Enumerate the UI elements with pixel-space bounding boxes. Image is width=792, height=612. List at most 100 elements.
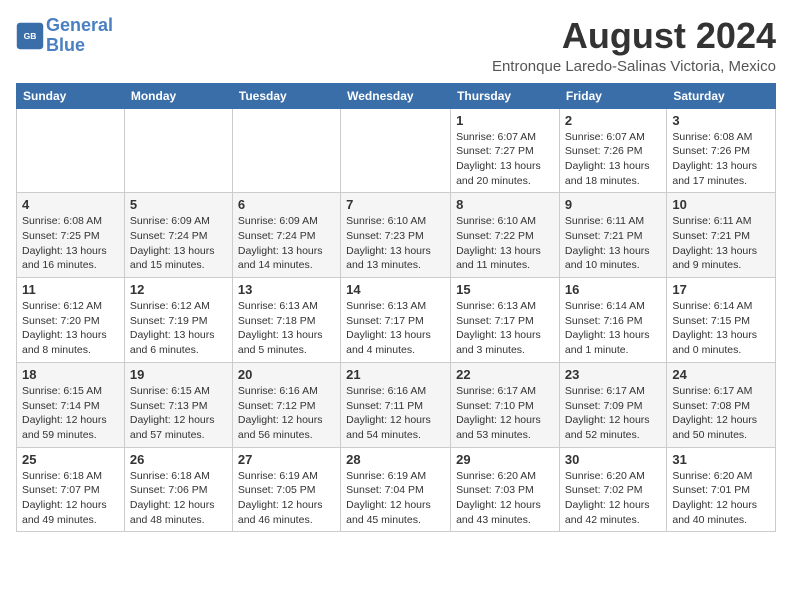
day-info: Sunrise: 6:18 AM Sunset: 7:06 PM Dayligh… bbox=[130, 469, 227, 528]
calendar-cell bbox=[124, 108, 232, 193]
calendar-cell: 12 Sunrise: 6:12 AM Sunset: 7:19 PM Dayli… bbox=[124, 278, 232, 363]
calendar-cell: 26 Sunrise: 6:18 AM Sunset: 7:06 PM Dayli… bbox=[124, 447, 232, 532]
day-info: Sunrise: 6:12 AM Sunset: 7:19 PM Dayligh… bbox=[130, 299, 227, 358]
day-info: Sunrise: 6:16 AM Sunset: 7:12 PM Dayligh… bbox=[238, 384, 335, 443]
day-info: Sunrise: 6:09 AM Sunset: 7:24 PM Dayligh… bbox=[130, 214, 227, 273]
day-info: Sunrise: 6:14 AM Sunset: 7:16 PM Dayligh… bbox=[565, 299, 661, 358]
weekday-header-thursday: Thursday bbox=[451, 83, 560, 108]
calendar-cell: 24 Sunrise: 6:17 AM Sunset: 7:08 PM Dayli… bbox=[667, 362, 776, 447]
calendar-cell: 30 Sunrise: 6:20 AM Sunset: 7:02 PM Dayli… bbox=[559, 447, 666, 532]
day-info: Sunrise: 6:10 AM Sunset: 7:23 PM Dayligh… bbox=[346, 214, 445, 273]
calendar-cell: 25 Sunrise: 6:18 AM Sunset: 7:07 PM Dayli… bbox=[17, 447, 125, 532]
calendar-cell: 15Sunrise: 6:13 AM Sunset: 7:17 PM Dayli… bbox=[451, 278, 560, 363]
day-number: 11 bbox=[22, 282, 119, 297]
calendar-cell: 17Sunrise: 6:14 AM Sunset: 7:15 PM Dayli… bbox=[667, 278, 776, 363]
day-info: Sunrise: 6:07 AM Sunset: 7:27 PM Dayligh… bbox=[456, 130, 554, 189]
day-number: 7 bbox=[346, 197, 445, 212]
day-info: Sunrise: 6:18 AM Sunset: 7:07 PM Dayligh… bbox=[22, 469, 119, 528]
calendar-cell: 20Sunrise: 6:16 AM Sunset: 7:12 PM Dayli… bbox=[232, 362, 340, 447]
day-info: Sunrise: 6:08 AM Sunset: 7:26 PM Dayligh… bbox=[672, 130, 770, 189]
day-number: 30 bbox=[565, 452, 661, 467]
day-info: Sunrise: 6:09 AM Sunset: 7:24 PM Dayligh… bbox=[238, 214, 335, 273]
day-number: 24 bbox=[672, 367, 770, 382]
weekday-header-friday: Friday bbox=[559, 83, 666, 108]
calendar-cell bbox=[17, 108, 125, 193]
day-number: 13 bbox=[238, 282, 335, 297]
day-info: Sunrise: 6:13 AM Sunset: 7:17 PM Dayligh… bbox=[346, 299, 445, 358]
day-number: 14 bbox=[346, 282, 445, 297]
calendar-cell: 18 Sunrise: 6:15 AM Sunset: 7:14 PM Dayli… bbox=[17, 362, 125, 447]
day-number: 26 bbox=[130, 452, 227, 467]
day-number: 16 bbox=[565, 282, 661, 297]
day-number: 18 bbox=[22, 367, 119, 382]
calendar-cell: 5 Sunrise: 6:09 AM Sunset: 7:24 PM Daylig… bbox=[124, 193, 232, 278]
calendar-cell: 29 Sunrise: 6:20 AM Sunset: 7:03 PM Dayli… bbox=[451, 447, 560, 532]
day-info: Sunrise: 6:11 AM Sunset: 7:21 PM Dayligh… bbox=[565, 214, 661, 273]
day-info: Sunrise: 6:17 AM Sunset: 7:08 PM Dayligh… bbox=[672, 384, 770, 443]
calendar-cell: 16 Sunrise: 6:14 AM Sunset: 7:16 PM Dayli… bbox=[559, 278, 666, 363]
day-info: Sunrise: 6:07 AM Sunset: 7:26 PM Dayligh… bbox=[565, 130, 661, 189]
day-number: 27 bbox=[238, 452, 335, 467]
calendar-cell: 6 Sunrise: 6:09 AM Sunset: 7:24 PM Daylig… bbox=[232, 193, 340, 278]
day-info: Sunrise: 6:19 AM Sunset: 7:05 PM Dayligh… bbox=[238, 469, 335, 528]
calendar-cell: 11Sunrise: 6:12 AM Sunset: 7:20 PM Dayli… bbox=[17, 278, 125, 363]
day-number: 9 bbox=[565, 197, 661, 212]
calendar-cell: 8 Sunrise: 6:10 AM Sunset: 7:22 PM Daylig… bbox=[451, 193, 560, 278]
weekday-header-monday: Monday bbox=[124, 83, 232, 108]
page-header: GB General Blue August 2024 Entronque La… bbox=[16, 16, 776, 75]
calendar-cell: 22 Sunrise: 6:17 AM Sunset: 7:10 PM Dayli… bbox=[451, 362, 560, 447]
day-info: Sunrise: 6:15 AM Sunset: 7:13 PM Dayligh… bbox=[130, 384, 227, 443]
day-number: 4 bbox=[22, 197, 119, 212]
calendar-table: SundayMondayTuesdayWednesdayThursdayFrid… bbox=[16, 83, 776, 533]
calendar-cell: 7 Sunrise: 6:10 AM Sunset: 7:23 PM Daylig… bbox=[341, 193, 451, 278]
day-number: 3 bbox=[672, 113, 770, 128]
day-info: Sunrise: 6:10 AM Sunset: 7:22 PM Dayligh… bbox=[456, 214, 554, 273]
svg-text:GB: GB bbox=[24, 31, 37, 41]
day-number: 25 bbox=[22, 452, 119, 467]
day-info: Sunrise: 6:08 AM Sunset: 7:25 PM Dayligh… bbox=[22, 214, 119, 273]
calendar-cell: 1Sunrise: 6:07 AM Sunset: 7:27 PM Daylig… bbox=[451, 108, 560, 193]
calendar-cell: 9 Sunrise: 6:11 AM Sunset: 7:21 PM Daylig… bbox=[559, 193, 666, 278]
logo: GB General Blue bbox=[16, 16, 113, 56]
calendar-cell: 14 Sunrise: 6:13 AM Sunset: 7:17 PM Dayli… bbox=[341, 278, 451, 363]
day-info: Sunrise: 6:16 AM Sunset: 7:11 PM Dayligh… bbox=[346, 384, 445, 443]
day-info: Sunrise: 6:15 AM Sunset: 7:14 PM Dayligh… bbox=[22, 384, 119, 443]
calendar-cell: 21 Sunrise: 6:16 AM Sunset: 7:11 PM Dayli… bbox=[341, 362, 451, 447]
day-number: 15 bbox=[456, 282, 554, 297]
calendar-cell: 3 Sunrise: 6:08 AM Sunset: 7:26 PM Daylig… bbox=[667, 108, 776, 193]
month-year: August 2024 bbox=[492, 16, 776, 56]
day-number: 21 bbox=[346, 367, 445, 382]
day-number: 8 bbox=[456, 197, 554, 212]
title-block: August 2024 Entronque Laredo-Salinas Vic… bbox=[492, 16, 776, 75]
day-number: 22 bbox=[456, 367, 554, 382]
day-number: 10 bbox=[672, 197, 770, 212]
day-number: 2 bbox=[565, 113, 661, 128]
day-info: Sunrise: 6:19 AM Sunset: 7:04 PM Dayligh… bbox=[346, 469, 445, 528]
day-number: 19 bbox=[130, 367, 227, 382]
calendar-cell: 2 Sunrise: 6:07 AM Sunset: 7:26 PM Daylig… bbox=[559, 108, 666, 193]
weekday-header-tuesday: Tuesday bbox=[232, 83, 340, 108]
day-number: 29 bbox=[456, 452, 554, 467]
day-info: Sunrise: 6:17 AM Sunset: 7:10 PM Dayligh… bbox=[456, 384, 554, 443]
calendar-cell: 10Sunrise: 6:11 AM Sunset: 7:21 PM Dayli… bbox=[667, 193, 776, 278]
weekday-header-saturday: Saturday bbox=[667, 83, 776, 108]
day-number: 6 bbox=[238, 197, 335, 212]
day-info: Sunrise: 6:17 AM Sunset: 7:09 PM Dayligh… bbox=[565, 384, 661, 443]
calendar-cell bbox=[232, 108, 340, 193]
calendar-cell: 27 Sunrise: 6:19 AM Sunset: 7:05 PM Dayli… bbox=[232, 447, 340, 532]
calendar-cell: 13Sunrise: 6:13 AM Sunset: 7:18 PM Dayli… bbox=[232, 278, 340, 363]
day-info: Sunrise: 6:14 AM Sunset: 7:15 PM Dayligh… bbox=[672, 299, 770, 358]
weekday-header-wednesday: Wednesday bbox=[341, 83, 451, 108]
day-number: 5 bbox=[130, 197, 227, 212]
calendar-cell: 28 Sunrise: 6:19 AM Sunset: 7:04 PM Dayli… bbox=[341, 447, 451, 532]
day-number: 12 bbox=[130, 282, 227, 297]
day-number: 31 bbox=[672, 452, 770, 467]
day-number: 28 bbox=[346, 452, 445, 467]
day-info: Sunrise: 6:20 AM Sunset: 7:02 PM Dayligh… bbox=[565, 469, 661, 528]
logo-icon: GB bbox=[16, 22, 44, 50]
location: Entronque Laredo-Salinas Victoria, Mexic… bbox=[492, 58, 776, 75]
day-info: Sunrise: 6:20 AM Sunset: 7:03 PM Dayligh… bbox=[456, 469, 554, 528]
logo-line1: General bbox=[46, 15, 113, 35]
calendar-cell: 31Sunrise: 6:20 AM Sunset: 7:01 PM Dayli… bbox=[667, 447, 776, 532]
weekday-header-sunday: Sunday bbox=[17, 83, 125, 108]
